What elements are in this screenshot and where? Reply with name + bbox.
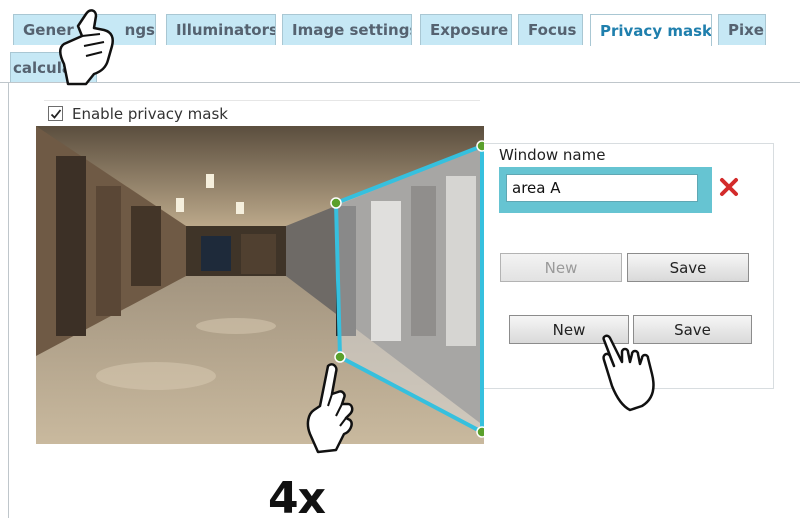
mask-handle-bottom-left	[334, 351, 346, 363]
tab-pixel-calculator[interactable]: Pixel	[718, 14, 766, 45]
tab-image-settings[interactable]: Image settings	[282, 14, 412, 45]
tab-privacy-mask-label: Privacy mask	[600, 21, 712, 40]
window-name-label: Window name	[499, 146, 606, 164]
tab-general-settings-label-tail: ngs	[124, 21, 155, 39]
tab-focus[interactable]: Focus	[518, 14, 583, 45]
video-scene-image	[36, 126, 484, 444]
tab-image-settings-label: Image settings	[292, 21, 412, 39]
check-icon	[50, 108, 61, 119]
mask-handle-top-left	[330, 197, 342, 209]
live-video-view[interactable]	[36, 126, 484, 444]
delete-x-icon[interactable]	[718, 176, 740, 198]
enable-privacy-checkbox[interactable]	[48, 106, 63, 121]
enable-privacy-row: Enable privacy mask	[44, 100, 480, 126]
panel-border	[8, 83, 9, 518]
tab-privacy-mask[interactable]: Privacy mask	[590, 14, 712, 46]
mask-handle-top-right	[476, 140, 484, 152]
tab-baseline	[0, 82, 800, 83]
pointing-hand-icon	[306, 363, 354, 454]
enable-privacy-label: Enable privacy mask	[72, 104, 228, 123]
pointing-hand-icon	[602, 334, 655, 412]
tab-illuminators-label: Illuminators	[176, 21, 276, 39]
pointing-hand-icon	[59, 9, 114, 86]
save-button-1[interactable]: Save	[627, 253, 749, 282]
mask-handle-bottom-right	[476, 426, 484, 438]
tab-exposure-label: Exposure	[430, 21, 509, 39]
multiplier-label: 4x	[268, 473, 326, 518]
tab-exposure[interactable]: Exposure	[420, 14, 512, 45]
window-name-input[interactable]	[506, 174, 698, 202]
new-button-disabled[interactable]: New	[500, 253, 622, 282]
tab-focus-label: Focus	[528, 21, 577, 39]
tab-illuminators[interactable]: Illuminators	[166, 14, 276, 45]
tab-pixel-calculator-label: Pixel	[728, 21, 766, 39]
